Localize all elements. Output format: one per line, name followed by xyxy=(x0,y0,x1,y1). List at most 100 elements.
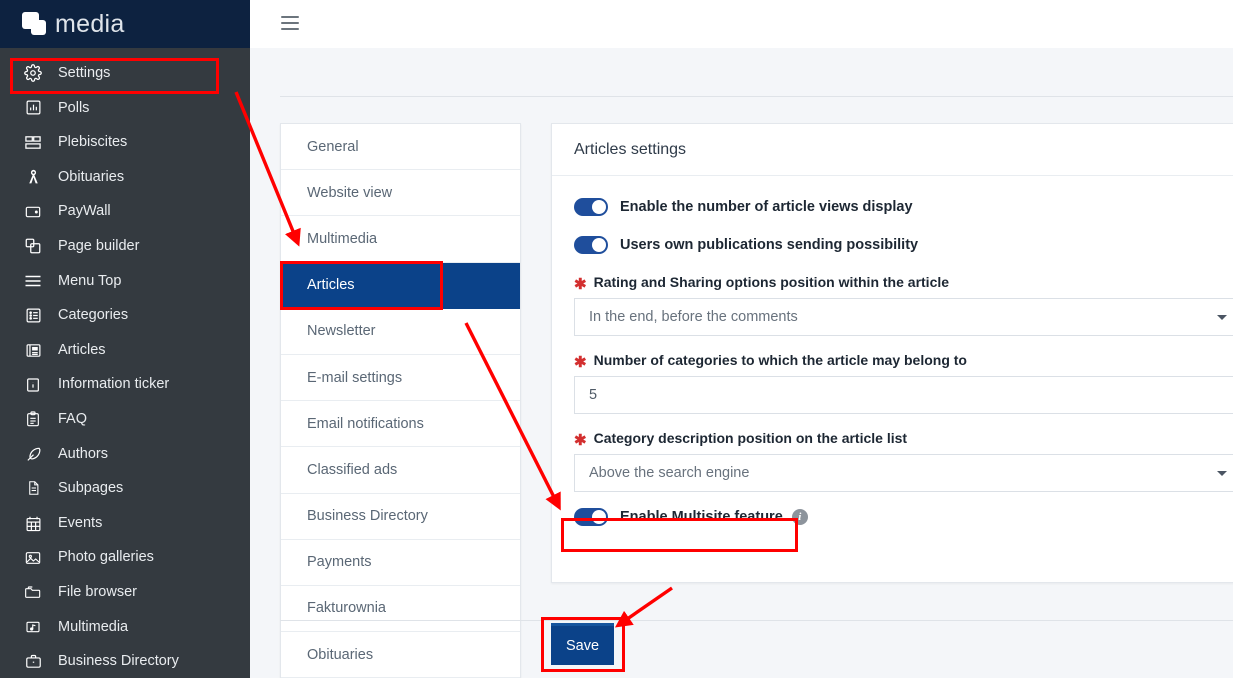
number-of-categories-input[interactable]: 5 xyxy=(574,376,1233,414)
four-media-logo-icon xyxy=(22,11,48,37)
field-label-text: Category description position on the art… xyxy=(593,430,908,446)
field-label-text: Rating and Sharing options position with… xyxy=(593,274,950,290)
toggle-article-views[interactable]: Enable the number of article views displ… xyxy=(574,198,1233,216)
toggle-switch[interactable] xyxy=(574,236,608,254)
tab-newsletter[interactable]: Newsletter xyxy=(281,309,520,355)
toggle-label: Enable Multisite feature xyxy=(620,509,783,525)
toggle-enable-multisite[interactable]: Enable Multisite feature i xyxy=(574,508,1233,526)
select-value: Above the search engine xyxy=(589,465,750,481)
field-label: ✱ Rating and Sharing options position wi… xyxy=(574,274,1233,293)
sidebar-item-page-builder[interactable]: Page builder xyxy=(0,229,250,264)
tab-email-settings[interactable]: E-mail settings xyxy=(281,355,520,402)
footer-divider xyxy=(280,620,1233,621)
sidebar-item-label: File browser xyxy=(58,583,137,600)
feather-pen-icon xyxy=(22,444,44,464)
newspaper-icon xyxy=(22,340,44,360)
tab-obituaries[interactable]: Obituaries xyxy=(281,632,520,678)
sidebar-item-subpages[interactable]: Subpages xyxy=(0,471,250,506)
sidebar-item-label: Articles xyxy=(58,341,106,358)
sidebar-item-label: Photo galleries xyxy=(58,549,154,566)
info-circle-icon[interactable]: i xyxy=(791,509,808,525)
wallet-icon xyxy=(22,202,44,222)
brand-logo[interactable]: media xyxy=(0,0,250,48)
tab-fakturownia[interactable]: Fakturownia xyxy=(281,586,520,633)
bar-chart-icon xyxy=(22,98,44,118)
tab-email-notifications[interactable]: Email notifications xyxy=(281,401,520,448)
tab-label: E-mail settings xyxy=(307,369,403,386)
toggle-label: Users own publications sending possibili… xyxy=(620,237,919,253)
tab-label: Email notifications xyxy=(307,415,424,432)
sidebar-item-obituaries[interactable]: Obituaries xyxy=(0,160,250,195)
tab-articles[interactable]: Articles xyxy=(281,262,520,309)
required-asterisk-icon: ✱ xyxy=(574,276,587,293)
sidebar-item-plebiscites[interactable]: Plebiscites xyxy=(0,125,250,160)
sidebar-item-categories[interactable]: Categories xyxy=(0,298,250,333)
sidebar-item-label: Events xyxy=(58,514,103,531)
sidebar-item-file-browser[interactable]: File browser xyxy=(0,575,250,610)
sidebar-item-label: Information ticker xyxy=(58,376,170,393)
rating-position-select[interactable]: In the end, before the comments xyxy=(574,298,1233,336)
ribbon-icon xyxy=(22,167,44,187)
sidebar-item-label: Plebiscites xyxy=(58,134,128,151)
tab-label: Articles xyxy=(307,277,355,294)
tab-classified-ads[interactable]: Classified ads xyxy=(281,447,520,494)
sidebar-item-label: Page builder xyxy=(58,238,140,255)
tab-label: Payments xyxy=(307,554,372,571)
info-square-icon xyxy=(22,375,44,395)
toggle-label: Enable the number of article views displ… xyxy=(620,199,913,215)
tab-general[interactable]: General xyxy=(281,124,520,171)
toggle-switch[interactable] xyxy=(574,508,608,526)
sidebar-item-label: Polls xyxy=(58,99,90,116)
sidebar-item-information-ticker[interactable]: Information ticker xyxy=(0,367,250,402)
sidebar-item-label: Business Directory xyxy=(58,653,179,670)
panel-body: Enable the number of article views displ… xyxy=(552,176,1233,548)
sidebar-item-photo-galleries[interactable]: Photo galleries xyxy=(0,540,250,575)
hamburger-menu-icon[interactable] xyxy=(281,16,299,31)
toggle-switch[interactable] xyxy=(574,198,608,216)
sidebar-item-label: Categories xyxy=(58,307,129,324)
chevron-down-icon xyxy=(1217,471,1227,476)
sidebar-item-business-directory[interactable]: Business Directory xyxy=(0,644,250,678)
top-bar xyxy=(250,0,1233,48)
toggle-user-publications[interactable]: Users own publications sending possibili… xyxy=(574,236,1233,254)
image-icon xyxy=(22,548,44,568)
sidebar-item-settings[interactable]: Settings xyxy=(0,56,250,91)
save-button[interactable]: Save xyxy=(551,623,614,665)
sidebar-item-label: Subpages xyxy=(58,480,124,497)
panel-title: Articles settings xyxy=(552,124,1233,176)
sidebar-item-label: Obituaries xyxy=(58,168,125,185)
sidebar-item-paywall[interactable]: PayWall xyxy=(0,194,250,229)
sidebar-item-menu-top[interactable]: Menu Top xyxy=(0,264,250,299)
page-content: General Website view Multimedia Articles… xyxy=(250,48,1233,678)
brand-name: media xyxy=(55,9,125,38)
tab-website-view[interactable]: Website view xyxy=(281,170,520,217)
settings-tabs-list: General Website view Multimedia Articles… xyxy=(280,123,521,678)
tab-label: Classified ads xyxy=(307,461,398,478)
tab-multimedia[interactable]: Multimedia xyxy=(281,216,520,263)
tab-business-directory[interactable]: Business Directory xyxy=(281,494,520,540)
calendar-icon xyxy=(22,513,44,533)
sidebar-item-polls[interactable]: Polls xyxy=(0,91,250,126)
document-icon xyxy=(22,478,44,498)
sidebar-nav: Settings Polls Plebiscites Obituaries Pa… xyxy=(0,48,250,678)
field-label-text: Number of categories to which the articl… xyxy=(593,352,967,368)
sidebar-item-authors[interactable]: Authors xyxy=(0,437,250,472)
sidebar-item-events[interactable]: Events xyxy=(0,506,250,541)
sidebar-item-faq[interactable]: FAQ xyxy=(0,402,250,437)
input-value: 5 xyxy=(589,387,598,403)
sidebar-item-multimedia[interactable]: Multimedia xyxy=(0,610,250,645)
clipboard-icon xyxy=(22,409,44,429)
sidebar-item-label: Multimedia xyxy=(58,618,129,635)
app-window: media Settings Polls Plebiscites Obituar… xyxy=(0,0,1233,678)
sidebar-item-articles[interactable]: Articles xyxy=(0,333,250,368)
select-value: In the end, before the comments xyxy=(589,309,798,325)
category-description-position-select[interactable]: Above the search engine xyxy=(574,454,1233,492)
tab-payments[interactable]: Payments xyxy=(281,540,520,586)
required-asterisk-icon: ✱ xyxy=(574,432,587,449)
articles-settings-panel: Articles settings Enable the number of a… xyxy=(551,123,1233,583)
tab-label: Multimedia xyxy=(307,230,378,247)
music-frame-icon xyxy=(22,617,44,637)
tab-label: Website view xyxy=(307,184,393,201)
briefcase-icon xyxy=(22,651,44,671)
sidebar-item-label: FAQ xyxy=(58,410,88,427)
